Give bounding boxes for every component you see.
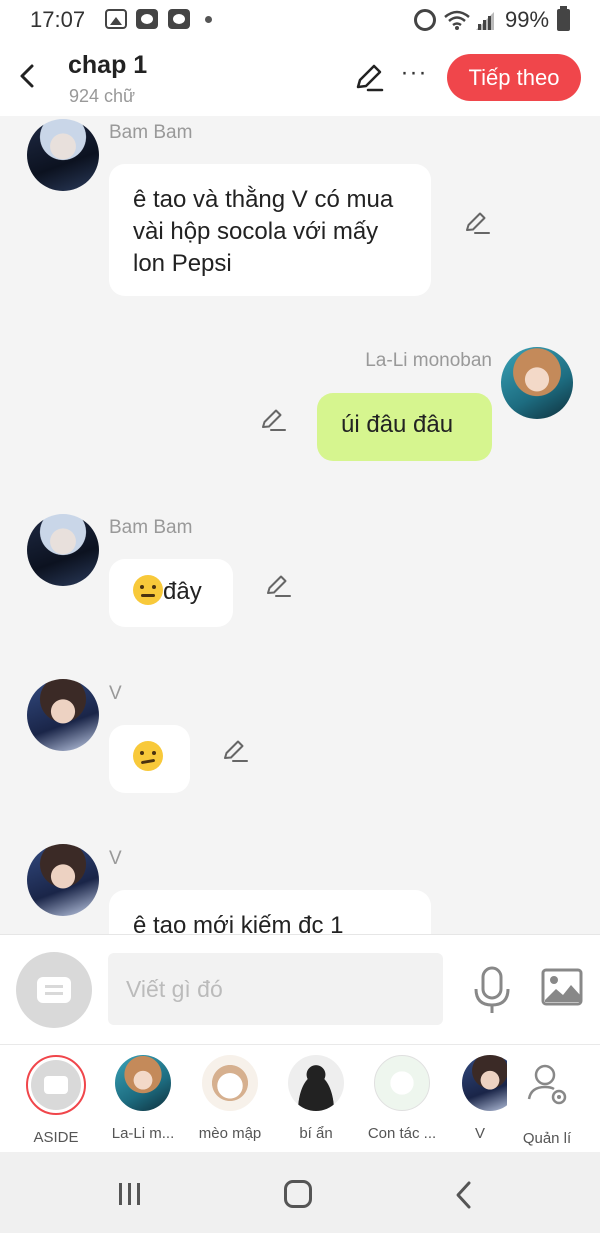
edit-message-icon[interactable] [264,571,292,599]
message-text: đây [163,578,202,605]
avatar-bam-bam[interactable] [27,119,99,191]
edit-message-icon[interactable] [463,208,491,236]
message-bubble[interactable]: ê tao và thằng V có mua vài hộp socola v… [109,164,431,296]
edit-message-icon[interactable] [259,405,287,433]
message-bubble[interactable] [109,725,190,793]
story-header: chap 1 924 chữ ··· Tiếp theo [0,40,600,116]
message-text: ê tao và thằng V có mua vài hộp socola v… [133,186,394,277]
character-label: bí ẩn [299,1125,333,1142]
wifi-icon [444,10,470,30]
character-la-li[interactable]: La-Li m... [103,1055,183,1142]
chat-area[interactable]: Bam Bam ê tao và thằng V có mua vài hộp … [0,116,600,934]
character-label: mèo mập [198,1125,262,1142]
battery-percent: 99% [505,7,550,32]
home-icon[interactable] [284,1180,312,1208]
back-button[interactable] [12,58,44,94]
battery-icon [557,6,570,31]
composer [0,934,600,1044]
sticker-avatar-icon [374,1055,430,1111]
sender-name: Bam Bam [109,122,193,143]
avatar-v[interactable] [27,679,99,751]
character-bi-an[interactable]: bí ẩn [276,1055,356,1142]
character-bar: ASIDE La-Li m... mèo mập bí ẩn Con tác .… [0,1044,600,1152]
silhouette-avatar-icon [288,1055,344,1111]
recent-apps-icon[interactable] [117,1182,143,1206]
word-count: 924 chữ [69,86,136,106]
character-con-tac[interactable]: Con tác ... [362,1055,442,1142]
user-settings-icon [527,1064,567,1105]
microphone-icon[interactable] [470,965,514,1015]
character-label: Con tác ... [367,1125,437,1142]
more-options-button[interactable]: ··· [398,60,430,94]
app-notification-icon [168,9,190,29]
message-text: ê tao mới kiếm đc 1 [133,912,344,934]
gallery-notification-icon [105,9,127,29]
signal-icon [476,12,494,30]
cat-avatar-icon [202,1055,258,1111]
edit-message-icon[interactable] [221,736,249,764]
character-label: ASIDE [33,1129,79,1146]
message-text: úi đâu đâu [341,411,454,438]
next-chapter-button[interactable]: Tiếp theo [447,54,581,101]
alarm-icon [414,9,436,31]
character-label: V [474,1125,485,1142]
sender-name: Bam Bam [109,517,193,538]
edit-icon[interactable] [352,60,386,94]
character-meo-map[interactable]: mèo mập [190,1055,270,1142]
message-icon [37,977,71,1003]
message-input[interactable] [108,953,443,1025]
expressionless-emoji-icon [133,575,163,605]
aside-icon [26,1055,86,1115]
message-bubble[interactable]: ê tao mới kiếm đc 1 [109,890,431,934]
avatar-v[interactable] [27,844,99,916]
character-label: Quản lí [522,1130,572,1147]
character-v[interactable]: V [450,1055,518,1142]
avatar [115,1055,171,1111]
sender-name: La-Li monoban [365,350,492,371]
message-bubble[interactable]: đây [109,559,233,627]
character-label: La-Li m... [111,1125,175,1142]
sender-name: V [109,848,122,869]
nav-back-icon[interactable] [454,1180,474,1210]
manage-characters-button[interactable]: Quản lí [507,1055,587,1147]
avatar-la-li-monoban[interactable] [501,347,573,419]
image-icon[interactable] [540,967,584,1007]
page-title: chap 1 [68,51,148,79]
more-notifications-dot-icon [205,16,212,23]
character-aside[interactable]: ASIDE [16,1055,96,1146]
avatar-bam-bam[interactable] [27,514,99,586]
message-bubble[interactable]: úi đâu đâu [317,393,492,461]
aside-mode-button[interactable] [16,952,92,1028]
system-nav-bar [0,1152,600,1233]
clock: 17:07 [30,7,86,32]
status-bar: 17:07 99% [0,0,600,40]
confused-emoji-icon [133,741,163,771]
sender-name: V [109,683,122,704]
app-notification-icon [136,9,158,29]
